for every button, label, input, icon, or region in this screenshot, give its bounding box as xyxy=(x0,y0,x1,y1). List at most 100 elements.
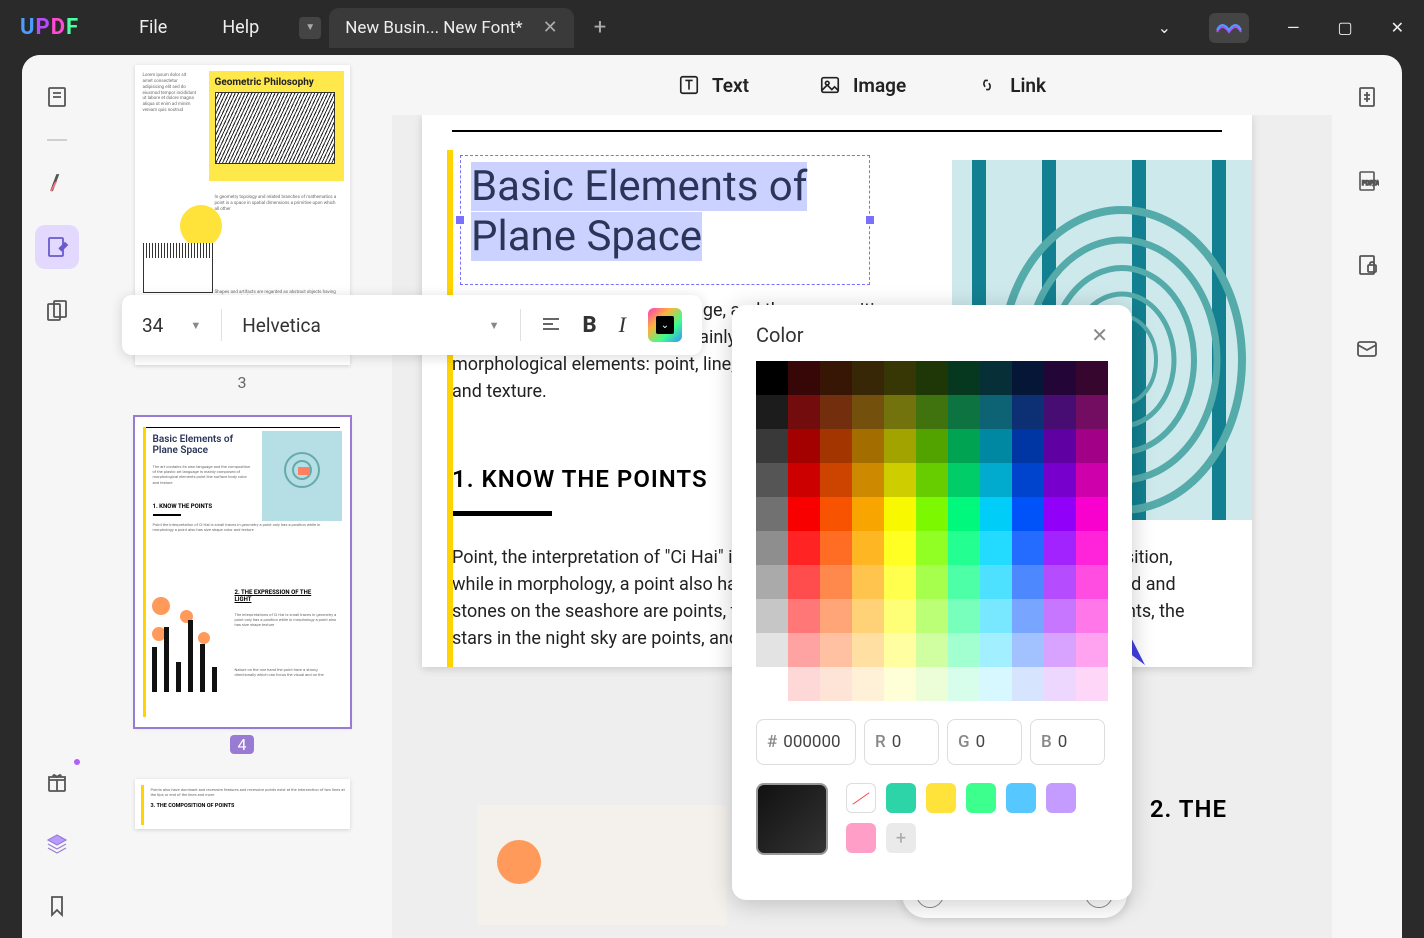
heading-text[interactable]: Basic Elements of Plane Space xyxy=(471,162,807,261)
color-swatch[interactable] xyxy=(884,565,916,599)
bookmark-icon[interactable] xyxy=(35,884,79,928)
color-swatch[interactable] xyxy=(948,497,980,531)
color-swatch[interactable] xyxy=(756,429,788,463)
bold-button[interactable]: B xyxy=(583,313,597,338)
color-swatch[interactable] xyxy=(820,531,852,565)
recent-color-swatch[interactable] xyxy=(886,783,916,813)
color-swatch[interactable] xyxy=(884,429,916,463)
reader-tool[interactable] xyxy=(35,75,79,119)
image-tool[interactable]: Image xyxy=(819,74,906,97)
color-swatch[interactable] xyxy=(820,429,852,463)
menu-help[interactable]: Help xyxy=(222,17,259,38)
color-swatch[interactable] xyxy=(820,463,852,497)
thumbnail-page-5[interactable]: Points also have dominant and recessive … xyxy=(135,779,350,829)
color-swatch[interactable] xyxy=(916,429,948,463)
color-swatch[interactable] xyxy=(1044,361,1076,395)
color-swatch[interactable] xyxy=(980,667,1012,701)
color-swatch[interactable] xyxy=(1012,463,1044,497)
recent-color-swatch[interactable] xyxy=(846,823,876,853)
color-swatch[interactable] xyxy=(788,667,820,701)
color-swatch[interactable] xyxy=(1044,633,1076,667)
tab-dropdown[interactable]: ▼ xyxy=(299,17,321,39)
g-input[interactable]: G0 xyxy=(947,719,1022,765)
ai-icon[interactable] xyxy=(1209,13,1249,43)
color-swatch[interactable] xyxy=(756,497,788,531)
convert-icon[interactable] xyxy=(1345,75,1389,119)
layers-icon[interactable] xyxy=(35,822,79,866)
minimize-icon[interactable]: — xyxy=(1287,18,1300,37)
color-swatch[interactable] xyxy=(1044,429,1076,463)
color-swatch[interactable] xyxy=(948,531,980,565)
color-swatch[interactable] xyxy=(788,531,820,565)
pdfa-icon[interactable]: PDF/A xyxy=(1345,159,1389,203)
color-swatch[interactable] xyxy=(756,667,788,701)
color-swatch[interactable] xyxy=(852,599,884,633)
color-swatch[interactable] xyxy=(884,599,916,633)
font-size-value[interactable]: 34 xyxy=(142,314,163,337)
color-swatch[interactable] xyxy=(1044,667,1076,701)
color-swatch[interactable] xyxy=(1076,497,1108,531)
color-panel-close-icon[interactable]: ✕ xyxy=(1091,323,1108,347)
color-swatch[interactable] xyxy=(884,463,916,497)
color-swatch[interactable] xyxy=(820,497,852,531)
color-swatch[interactable] xyxy=(916,565,948,599)
color-swatch[interactable] xyxy=(948,463,980,497)
color-swatch[interactable] xyxy=(916,497,948,531)
color-swatch[interactable] xyxy=(788,599,820,633)
color-swatch[interactable] xyxy=(1012,429,1044,463)
color-swatch[interactable] xyxy=(788,429,820,463)
protect-icon[interactable] xyxy=(1345,243,1389,287)
color-swatch[interactable] xyxy=(788,361,820,395)
color-swatch[interactable] xyxy=(1076,361,1108,395)
menu-file[interactable]: File xyxy=(139,17,167,38)
color-swatch[interactable] xyxy=(1044,497,1076,531)
color-swatch[interactable] xyxy=(788,497,820,531)
font-size-dropdown-icon[interactable]: ▼ xyxy=(190,319,201,332)
color-swatch[interactable] xyxy=(1076,463,1108,497)
color-swatch[interactable] xyxy=(852,429,884,463)
color-swatch[interactable] xyxy=(1012,565,1044,599)
color-swatch[interactable] xyxy=(852,395,884,429)
color-swatch[interactable] xyxy=(852,463,884,497)
color-swatch[interactable] xyxy=(980,633,1012,667)
color-swatch[interactable] xyxy=(1044,395,1076,429)
color-swatch[interactable] xyxy=(1076,633,1108,667)
color-swatch[interactable] xyxy=(1012,395,1044,429)
color-swatch[interactable] xyxy=(1012,633,1044,667)
color-swatch[interactable] xyxy=(1044,565,1076,599)
color-swatch[interactable] xyxy=(916,361,948,395)
color-swatch[interactable] xyxy=(1076,667,1108,701)
color-swatch[interactable] xyxy=(1044,531,1076,565)
color-swatch[interactable] xyxy=(980,565,1012,599)
gift-icon[interactable] xyxy=(35,760,79,804)
color-swatch[interactable] xyxy=(948,667,980,701)
text-tool[interactable]: Text xyxy=(678,74,749,97)
tab-close-icon[interactable]: ✕ xyxy=(543,17,558,38)
color-swatch[interactable] xyxy=(980,599,1012,633)
color-swatch[interactable] xyxy=(756,531,788,565)
color-swatch[interactable] xyxy=(948,599,980,633)
color-swatch[interactable] xyxy=(788,565,820,599)
color-swatch[interactable] xyxy=(980,429,1012,463)
color-swatch[interactable] xyxy=(756,565,788,599)
color-swatch[interactable] xyxy=(756,395,788,429)
color-swatch[interactable] xyxy=(980,361,1012,395)
color-swatch[interactable] xyxy=(820,361,852,395)
color-swatch[interactable] xyxy=(788,633,820,667)
edit-tool[interactable] xyxy=(35,225,79,269)
color-swatch[interactable] xyxy=(1076,395,1108,429)
comment-tool[interactable] xyxy=(35,161,79,205)
color-swatch[interactable] xyxy=(980,395,1012,429)
color-swatch[interactable] xyxy=(1012,667,1044,701)
color-swatch[interactable] xyxy=(820,599,852,633)
color-swatch[interactable] xyxy=(884,531,916,565)
color-swatch[interactable] xyxy=(1012,531,1044,565)
color-swatch[interactable] xyxy=(1076,599,1108,633)
add-color-button[interactable]: + xyxy=(886,823,916,853)
color-swatch[interactable] xyxy=(756,361,788,395)
color-swatch[interactable] xyxy=(1012,497,1044,531)
align-left-icon[interactable] xyxy=(541,315,561,335)
color-swatch[interactable] xyxy=(852,633,884,667)
close-icon[interactable]: ✕ xyxy=(1391,18,1404,37)
subheading-2[interactable]: 2. THE xyxy=(1150,795,1227,823)
